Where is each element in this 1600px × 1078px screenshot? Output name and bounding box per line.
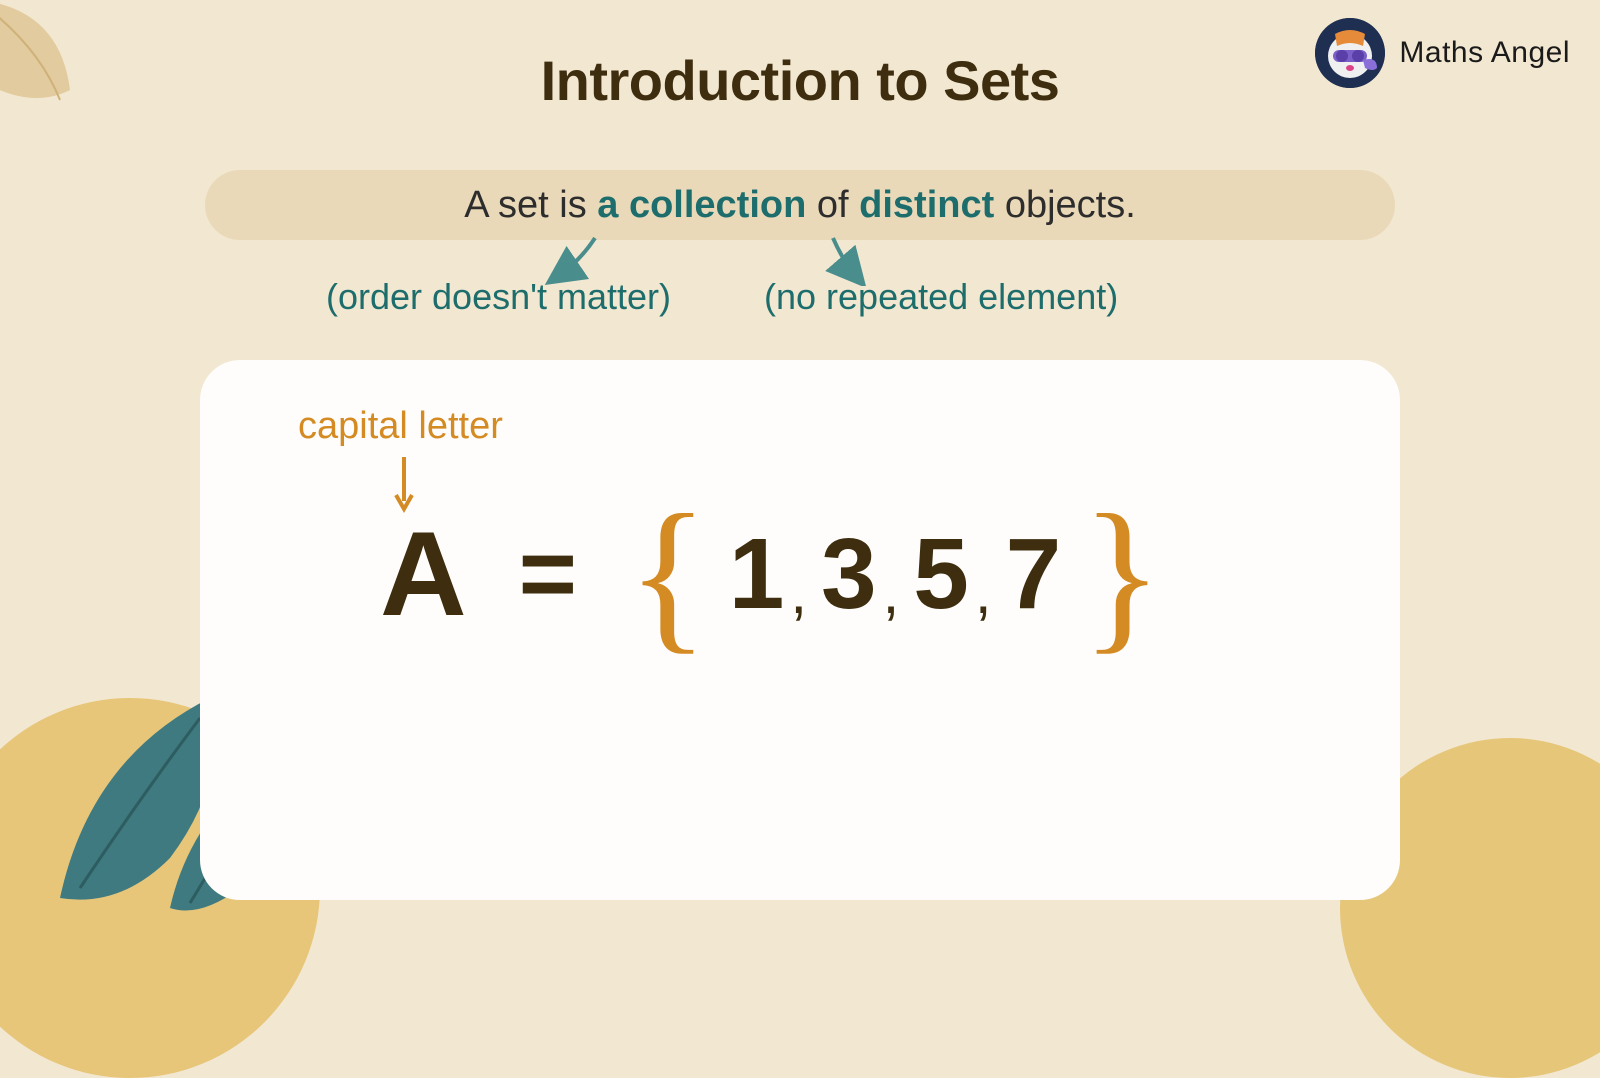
def-highlight-distinct: distinct (859, 184, 994, 227)
def-post: objects. (994, 184, 1136, 227)
equals-sign: = (519, 517, 577, 632)
comma: , (883, 558, 900, 627)
set-element: 3 (821, 517, 877, 632)
open-brace: { (627, 506, 709, 642)
brand-name: Maths Angel (1399, 36, 1570, 70)
comma: , (975, 558, 992, 627)
annotation-collection: (order doesn't matter) (326, 276, 671, 318)
set-element: 5 (913, 517, 969, 632)
close-brace: } (1081, 506, 1163, 642)
set-name-letter: A (380, 505, 469, 643)
leaf-icon-top (0, 0, 110, 150)
set-element: 1 (729, 517, 785, 632)
def-mid: of (806, 184, 859, 227)
set-equation: A = { 1 , 3 , 5 , 7 } (380, 505, 1171, 643)
definition-pill: A set is a collection of distinct object… (205, 170, 1395, 240)
def-highlight-collection: a collection (597, 184, 806, 227)
page-title: Introduction to Sets (541, 48, 1060, 113)
set-element: 7 (1006, 517, 1062, 632)
annotation-distinct: (no repeated element) (764, 276, 1118, 318)
brand: Maths Angel (1315, 18, 1570, 88)
comma: , (790, 558, 807, 627)
capital-letter-label: capital letter (298, 405, 503, 448)
brand-logo-icon (1315, 18, 1385, 88)
def-pre: A set is (464, 184, 597, 227)
